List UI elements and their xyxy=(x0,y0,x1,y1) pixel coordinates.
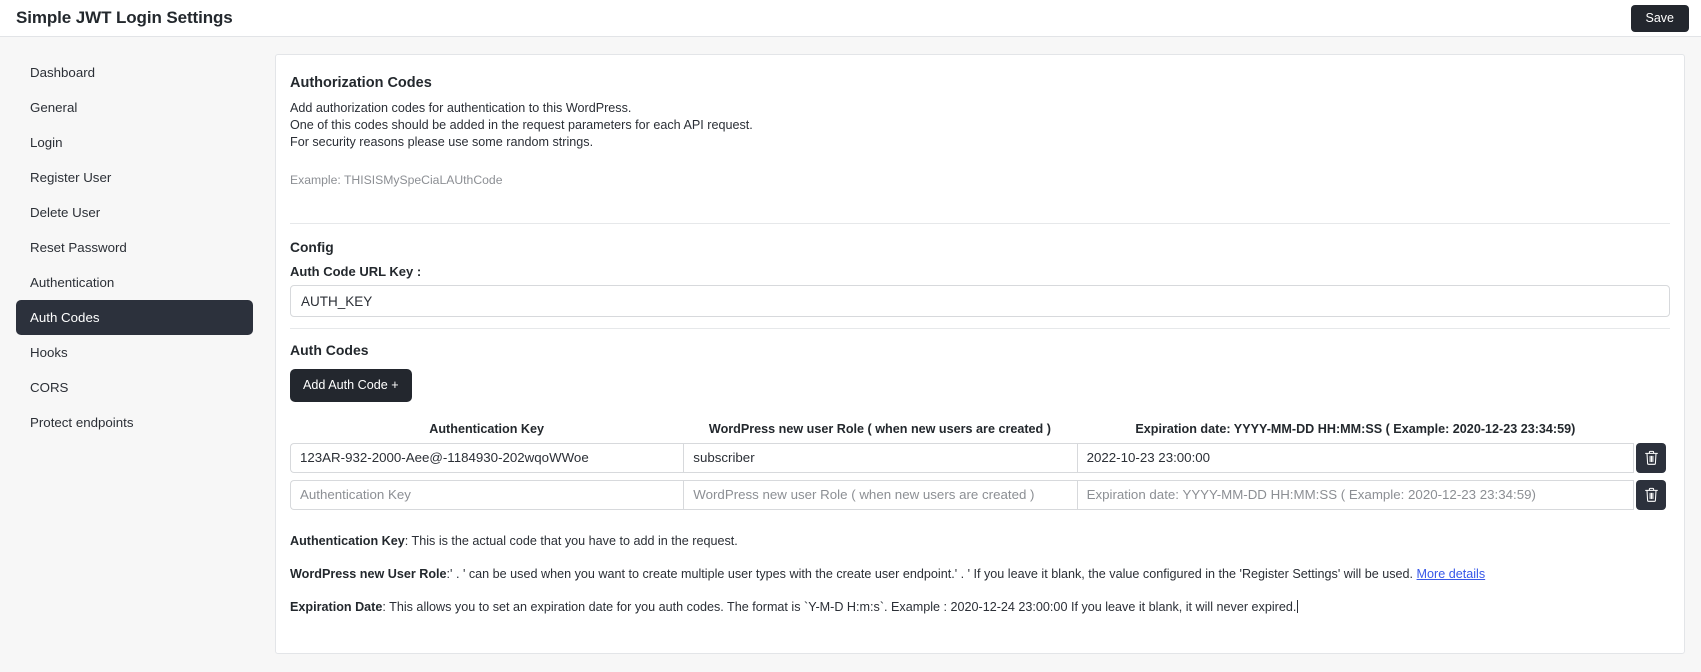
sidebar-item-delete-user[interactable]: Delete User xyxy=(16,195,253,230)
section-divider xyxy=(290,223,1670,224)
sidebar-item-login[interactable]: Login xyxy=(16,125,253,160)
example-text: Example: THISISMySpeCiaLAUthCode xyxy=(290,173,503,187)
config-divider xyxy=(290,328,1670,329)
sidebar: Dashboard General Login Register User De… xyxy=(0,37,275,440)
trash-icon xyxy=(1644,487,1659,503)
note-expiration-date-text: : This allows you to set an expiration d… xyxy=(382,599,1297,614)
row-1-auth-key-input[interactable] xyxy=(290,479,684,510)
note-user-role-text: :' . ' can be used when you want to crea… xyxy=(446,566,1417,581)
sidebar-item-register-user[interactable]: Register User xyxy=(16,160,253,195)
column-header-authentication-key: Authentication Key xyxy=(429,421,545,436)
note-user-role-label: WordPress new User Role xyxy=(290,566,447,581)
row-1-delete-button[interactable] xyxy=(1636,479,1667,510)
column-header-expiration-date: Expiration date: YYYY-MM-DD HH:MM:SS ( E… xyxy=(1135,421,1576,436)
main-layout: Dashboard General Login Register User De… xyxy=(0,37,1701,672)
table-row xyxy=(290,479,1670,510)
save-button[interactable]: Save xyxy=(1630,5,1689,32)
auth-code-url-key-input[interactable] xyxy=(290,285,1670,317)
table-header: Authentication Key WordPress new user Ro… xyxy=(290,422,1670,443)
row-0-expiration-input[interactable] xyxy=(1076,442,1635,473)
add-auth-code-button[interactable]: Add Auth Code + xyxy=(290,369,412,402)
auth-codes-table: Authentication Key WordPress new user Ro… xyxy=(290,422,1670,510)
section-title: Authorization Codes xyxy=(290,75,432,91)
auth-codes-title: Auth Codes xyxy=(290,342,369,358)
more-details-link[interactable]: More details xyxy=(1417,567,1486,581)
sidebar-item-auth-codes[interactable]: Auth Codes xyxy=(16,300,253,335)
row-1-role-input[interactable] xyxy=(683,479,1077,510)
sidebar-item-reset-password[interactable]: Reset Password xyxy=(16,230,253,265)
help-notes: Authentication Key: This is the actual c… xyxy=(290,532,1670,616)
text-caret xyxy=(1297,599,1299,613)
note-expiration-date-label: Expiration Date xyxy=(290,599,383,614)
table-row xyxy=(290,442,1670,473)
description-line-2: One of this codes should be added in the… xyxy=(290,118,753,132)
description-line-3: For security reasons please use some ran… xyxy=(290,135,594,149)
description-line-1: Add authorization codes for authenticati… xyxy=(290,101,632,115)
sidebar-item-dashboard[interactable]: Dashboard xyxy=(16,55,253,90)
row-0-delete-button[interactable] xyxy=(1636,442,1667,473)
row-spacer xyxy=(290,473,1670,480)
sidebar-item-authentication[interactable]: Authentication xyxy=(16,265,253,300)
top-bar: Simple JWT Login Settings Save xyxy=(0,0,1701,37)
note-expiration-date: Expiration Date: This allows you to set … xyxy=(290,598,1670,616)
note-user-role: WordPress new User Role:' . ' can be use… xyxy=(290,565,1670,583)
sidebar-item-hooks[interactable]: Hooks xyxy=(16,335,253,370)
row-0-role-input[interactable] xyxy=(683,442,1077,473)
trash-icon xyxy=(1644,450,1659,466)
column-header-user-role: WordPress new user Role ( when new users… xyxy=(708,421,1051,436)
note-authentication-key-label: Authentication Key xyxy=(290,533,405,548)
page-title: Simple JWT Login Settings xyxy=(16,8,233,27)
auth-code-url-key-label: Auth Code URL Key : xyxy=(290,264,422,279)
sidebar-item-general[interactable]: General xyxy=(16,90,253,125)
config-title: Config xyxy=(290,240,334,255)
sidebar-item-cors[interactable]: CORS xyxy=(16,370,253,405)
column-header-delete xyxy=(1634,422,1670,443)
row-1-expiration-input[interactable] xyxy=(1076,479,1635,510)
note-authentication-key: Authentication Key: This is the actual c… xyxy=(290,532,1670,550)
sidebar-item-protect-endpoints[interactable]: Protect endpoints xyxy=(16,405,253,440)
auth-codes-panel: Authorization Codes Add authorization co… xyxy=(275,54,1685,654)
note-authentication-key-text: : This is the actual code that you have … xyxy=(404,533,738,548)
row-0-auth-key-input[interactable] xyxy=(290,442,684,473)
